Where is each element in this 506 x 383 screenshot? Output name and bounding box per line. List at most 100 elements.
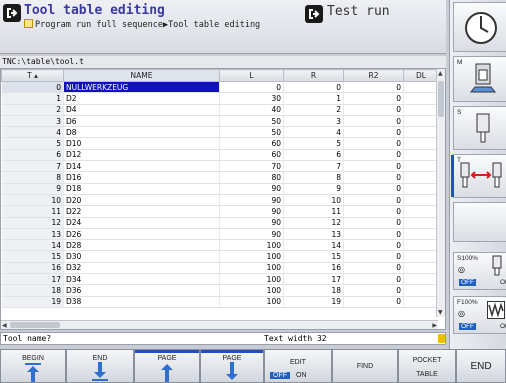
- cell-r2[interactable]: 0: [343, 194, 404, 207]
- cell-l[interactable]: 90: [219, 194, 284, 207]
- cell-r[interactable]: 19: [283, 296, 344, 308]
- cell-r[interactable]: 1: [283, 92, 344, 105]
- cell-r[interactable]: 9: [283, 183, 344, 195]
- cell-dl[interactable]: [403, 126, 439, 139]
- table-row[interactable]: 6 D12 60 6 0: [1, 149, 439, 162]
- cell-t[interactable]: 19: [1, 296, 64, 308]
- cell-dl[interactable]: [403, 92, 439, 105]
- cell-l[interactable]: 100: [219, 273, 284, 286]
- cell-r2[interactable]: 0: [343, 296, 404, 308]
- cell-t[interactable]: 4: [1, 126, 64, 139]
- cell-t[interactable]: 3: [1, 115, 64, 128]
- cell-r2[interactable]: 0: [343, 171, 404, 184]
- softkey-page-up[interactable]: PAGE: [134, 349, 200, 383]
- clock-button[interactable]: [453, 2, 506, 52]
- cell-t[interactable]: 6: [1, 149, 64, 162]
- scroll-left-icon[interactable]: ◀: [2, 321, 7, 329]
- cell-dl[interactable]: [403, 81, 439, 94]
- hscrollbar-thumb[interactable]: [10, 322, 60, 328]
- cell-r[interactable]: 18: [283, 284, 344, 297]
- vertical-scrollbar[interactable]: ▲ ▼: [436, 69, 445, 317]
- cell-r2[interactable]: 0: [343, 217, 404, 229]
- cell-r2[interactable]: 0: [343, 250, 404, 263]
- cell-r[interactable]: 3: [283, 115, 344, 128]
- table-row[interactable]: 12 D24 90 12 0: [1, 217, 439, 229]
- cell-t[interactable]: 17: [1, 273, 64, 286]
- cell-dl[interactable]: [403, 160, 439, 173]
- cell-name[interactable]: D34: [63, 273, 220, 286]
- cell-l[interactable]: 50: [219, 115, 284, 128]
- cell-t[interactable]: 5: [1, 137, 64, 150]
- cell-dl[interactable]: [403, 250, 439, 263]
- cell-r2[interactable]: 0: [343, 92, 404, 105]
- cell-l[interactable]: 80: [219, 171, 284, 184]
- table-row[interactable]: 19 D38 100 19 0: [1, 296, 439, 308]
- softkey-edit[interactable]: EDIT OFF ON: [264, 349, 332, 383]
- cell-t[interactable]: 13: [1, 228, 64, 241]
- cell-l[interactable]: 60: [219, 149, 284, 162]
- cell-r2[interactable]: 0: [343, 126, 404, 139]
- cell-t[interactable]: 10: [1, 194, 64, 207]
- cell-t[interactable]: 15: [1, 250, 64, 263]
- cell-r2[interactable]: 0: [343, 81, 404, 94]
- cell-dl[interactable]: [403, 115, 439, 128]
- cell-t[interactable]: 8: [1, 171, 64, 184]
- column-header-l[interactable]: L: [219, 69, 284, 82]
- cell-r[interactable]: 12: [283, 217, 344, 229]
- table-row[interactable]: 9 D18 90 9 0: [1, 183, 439, 195]
- cell-r2[interactable]: 0: [343, 183, 404, 195]
- cell-l[interactable]: 90: [219, 205, 284, 218]
- cell-r2[interactable]: 0: [343, 239, 404, 252]
- scroll-up-icon[interactable]: ▲: [438, 69, 443, 78]
- softkey-pocket-table[interactable]: POCKET TABLE: [398, 349, 456, 383]
- table-row[interactable]: 10 D20 90 10 0: [1, 194, 439, 207]
- table-row[interactable]: 7 D14 70 7 0: [1, 160, 439, 173]
- cell-r[interactable]: 10: [283, 194, 344, 207]
- s-function-button[interactable]: S: [453, 106, 506, 150]
- tool-table[interactable]: T ▴ NAME L R R2 DL 0 NULLWERKZEUG 0 0 0 1 D2 30…: [0, 68, 446, 330]
- cell-l[interactable]: 50: [219, 126, 284, 139]
- cell-r[interactable]: 4: [283, 126, 344, 139]
- cell-dl[interactable]: [403, 183, 439, 195]
- m-function-button[interactable]: M: [453, 56, 506, 102]
- cell-l[interactable]: 100: [219, 239, 284, 252]
- cell-r[interactable]: 5: [283, 137, 344, 150]
- cell-dl[interactable]: [403, 194, 439, 207]
- cell-dl[interactable]: [403, 273, 439, 286]
- softkey-end-arrow[interactable]: END: [66, 349, 134, 383]
- column-header-dl[interactable]: DL: [403, 69, 439, 82]
- cell-t[interactable]: 14: [1, 239, 64, 252]
- empty-function-button[interactable]: [453, 202, 506, 242]
- cell-r2[interactable]: 0: [343, 160, 404, 173]
- cell-r2[interactable]: 0: [343, 228, 404, 241]
- table-row[interactable]: 0 NULLWERKZEUG 0 0 0: [1, 81, 439, 94]
- table-row[interactable]: 16 D32 100 16 0: [1, 262, 439, 275]
- cell-r2[interactable]: 0: [343, 104, 404, 116]
- feed-override-button[interactable]: F100% ◎ OFF ON: [453, 296, 506, 334]
- cell-name[interactable]: D2: [63, 92, 220, 105]
- cell-dl[interactable]: [403, 239, 439, 252]
- cell-name[interactable]: D36: [63, 284, 220, 297]
- cell-name[interactable]: D24: [63, 217, 220, 229]
- cell-name[interactable]: D6: [63, 115, 220, 128]
- cell-l[interactable]: 100: [219, 284, 284, 297]
- cell-dl[interactable]: [403, 262, 439, 275]
- cell-dl[interactable]: [403, 137, 439, 150]
- cell-name[interactable]: D32: [63, 262, 220, 275]
- cell-t[interactable]: 0: [1, 81, 64, 94]
- cell-r[interactable]: 14: [283, 239, 344, 252]
- cell-name[interactable]: D4: [63, 104, 220, 116]
- cell-name[interactable]: D10: [63, 137, 220, 150]
- cell-r[interactable]: 17: [283, 273, 344, 286]
- cell-name[interactable]: D14: [63, 160, 220, 173]
- cell-l[interactable]: 90: [219, 228, 284, 241]
- cell-r[interactable]: 16: [283, 262, 344, 275]
- cell-dl[interactable]: [403, 217, 439, 229]
- cell-r[interactable]: 0: [283, 81, 344, 94]
- column-header-name[interactable]: NAME: [63, 69, 220, 82]
- cell-name[interactable]: D30: [63, 250, 220, 263]
- cell-name[interactable]: D22: [63, 205, 220, 218]
- programming-mode[interactable]: Test run: [305, 4, 445, 26]
- table-row[interactable]: 2 D4 40 2 0: [1, 104, 439, 116]
- cell-t[interactable]: 12: [1, 217, 64, 229]
